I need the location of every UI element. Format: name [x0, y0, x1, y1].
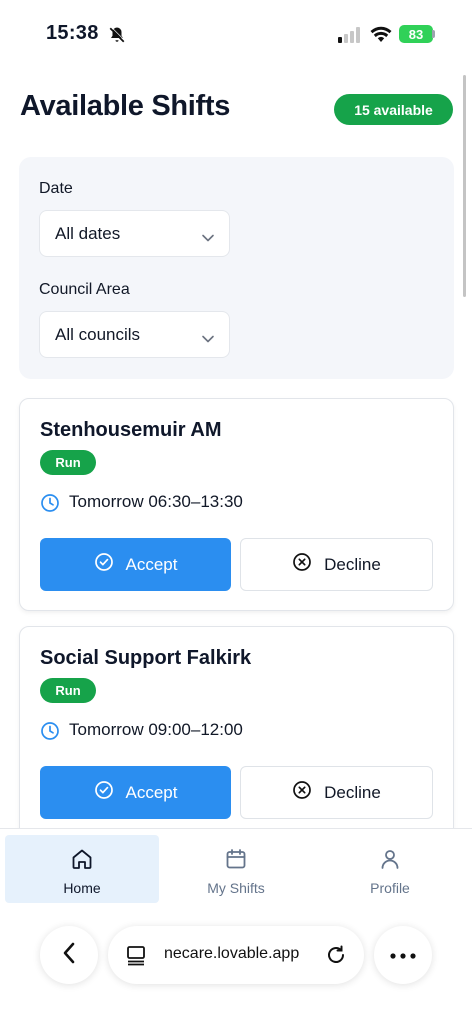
- user-icon: [378, 847, 402, 874]
- ellipsis-icon: [390, 946, 416, 964]
- reload-icon[interactable]: [325, 944, 347, 971]
- chevron-left-icon: [61, 941, 77, 970]
- council-filter-value: All councils: [55, 324, 141, 344]
- tab-home[interactable]: Home: [5, 835, 159, 903]
- tab-profile[interactable]: Profile: [313, 835, 467, 903]
- shift-type-badge: Run: [40, 450, 96, 475]
- x-circle-icon: [292, 552, 312, 577]
- bell-off-icon: [108, 26, 126, 49]
- council-filter-label: Council Area: [39, 281, 130, 298]
- clock-icon: [40, 493, 60, 518]
- shift-title: Social Support Falkirk: [40, 647, 252, 669]
- chevron-down-icon: [201, 228, 215, 248]
- shift-type-badge: Run: [40, 678, 96, 703]
- url-text: necare.lovable.app: [164, 945, 300, 962]
- tab-profile-label: Profile: [370, 880, 410, 896]
- date-filter-select[interactable]: All dates: [39, 210, 230, 257]
- decline-button[interactable]: Decline: [240, 766, 433, 819]
- x-circle-icon: [292, 780, 312, 805]
- page-tabs-icon: [126, 944, 148, 971]
- more-options-button[interactable]: [374, 926, 432, 984]
- filters-panel: Date All dates Council Area All councils: [19, 157, 454, 379]
- council-filter-select[interactable]: All councils: [39, 311, 230, 358]
- accept-button[interactable]: Accept: [40, 766, 231, 819]
- battery-indicator: 83: [399, 25, 433, 43]
- chevron-down-icon: [201, 329, 215, 349]
- tab-my-shifts[interactable]: My Shifts: [159, 835, 313, 903]
- accept-label: Accept: [125, 554, 178, 574]
- wifi-icon: [370, 25, 392, 48]
- cellular-signal-icon: [338, 27, 362, 48]
- back-button[interactable]: [40, 926, 98, 984]
- status-bar: 15:38 83: [0, 0, 472, 64]
- page-title: Available Shifts: [20, 90, 231, 122]
- check-circle-icon: [94, 552, 114, 577]
- calendar-icon: [224, 847, 248, 874]
- shift-card: Stenhousemuir AM Run Tomorrow 06:30–13:3…: [19, 398, 454, 611]
- status-time: 15:38: [46, 22, 99, 44]
- decline-label: Decline: [324, 554, 381, 574]
- address-bar[interactable]: necare.lovable.app: [108, 926, 364, 984]
- tab-home-label: Home: [63, 880, 101, 896]
- date-filter-label: Date: [39, 180, 73, 197]
- tab-my-shifts-label: My Shifts: [207, 880, 265, 896]
- check-circle-icon: [94, 780, 114, 805]
- scroll-indicator[interactable]: [463, 75, 466, 297]
- decline-label: Decline: [324, 782, 381, 802]
- shift-time: Tomorrow 09:00–12:00: [69, 720, 243, 739]
- accept-button[interactable]: Accept: [40, 538, 231, 591]
- available-count-badge: 15 available: [334, 94, 453, 125]
- decline-button[interactable]: Decline: [240, 538, 433, 591]
- battery-tip: [432, 30, 435, 38]
- browser-toolbar: necare.lovable.app: [0, 910, 472, 1024]
- clock-icon: [40, 721, 60, 746]
- bottom-tab-bar: Home My Shifts Profile: [0, 828, 472, 910]
- date-filter-value: All dates: [55, 223, 121, 243]
- accept-label: Accept: [125, 782, 178, 802]
- shift-time: Tomorrow 06:30–13:30: [69, 492, 243, 511]
- shift-title: Stenhousemuir AM: [40, 419, 222, 441]
- home-icon: [70, 847, 94, 874]
